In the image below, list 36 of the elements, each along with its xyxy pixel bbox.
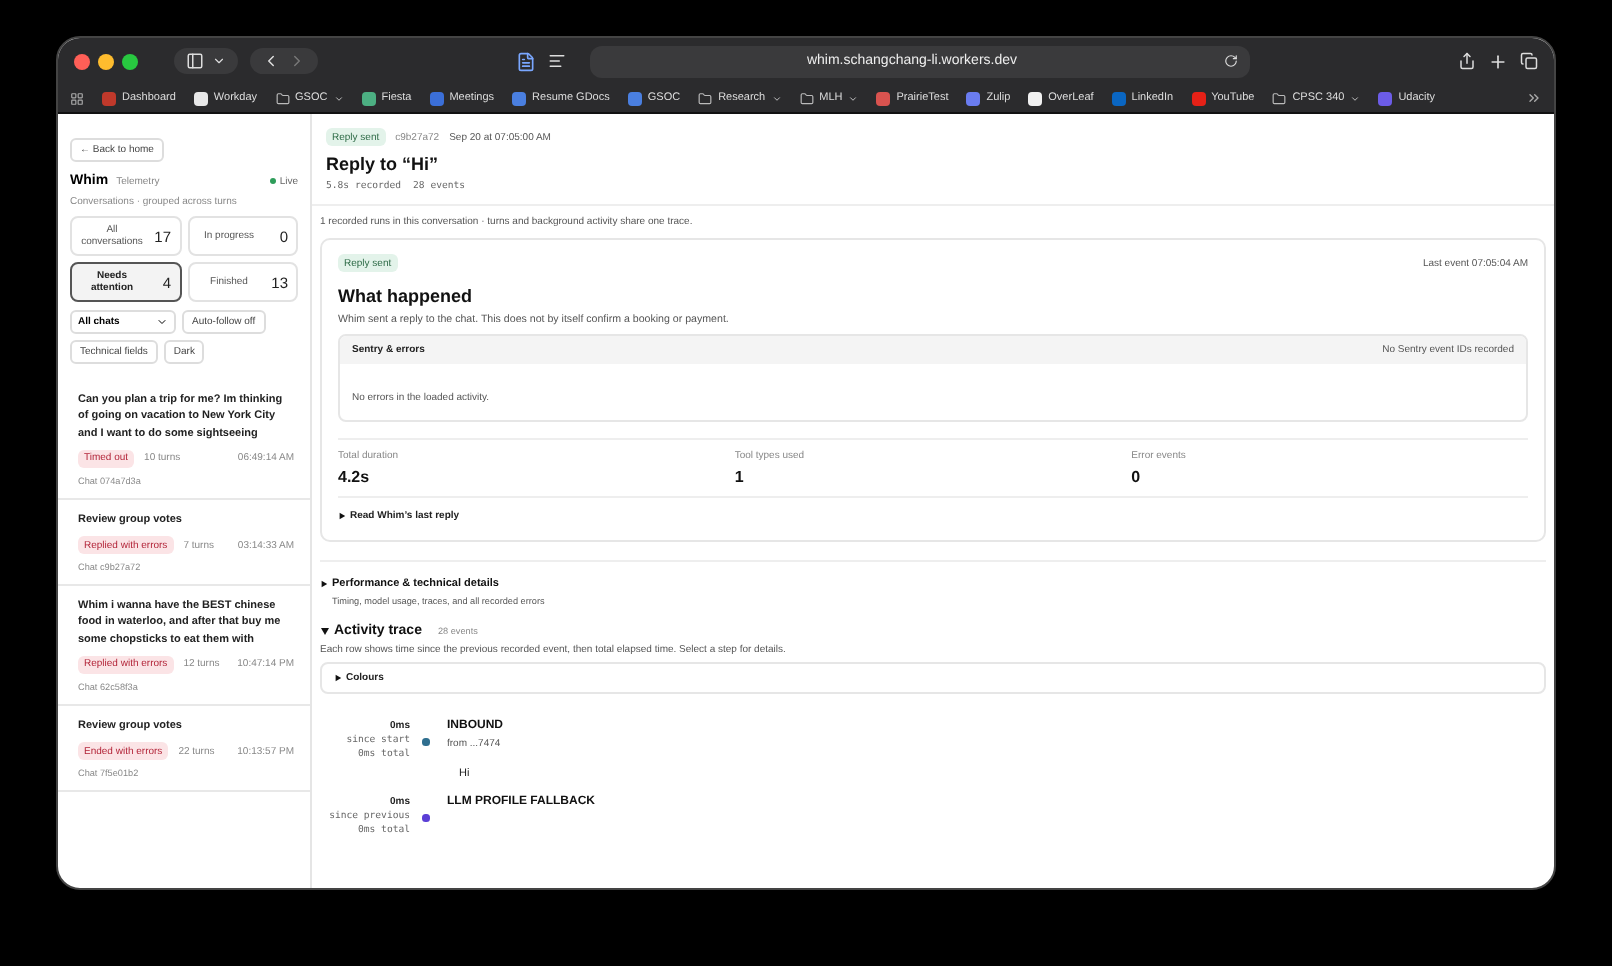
share-icon[interactable] — [1458, 52, 1476, 70]
folder-icon — [1272, 91, 1287, 105]
zoom-icon[interactable] — [122, 53, 138, 69]
grid-icon[interactable] — [70, 91, 84, 105]
new-tab-icon[interactable] — [1488, 51, 1508, 71]
sidebar-button[interactable] — [174, 48, 238, 74]
folder-icon — [275, 91, 290, 105]
close-icon[interactable] — [74, 53, 90, 69]
caret-icon — [320, 580, 328, 588]
page-icon[interactable] — [515, 51, 535, 71]
caret-icon — [338, 512, 346, 520]
chevron-down-icon — [156, 316, 168, 328]
navigation-buttons[interactable] — [250, 48, 318, 74]
trace-title: Reply to “Hi” — [326, 154, 441, 174]
metric-value: 4.2s — [338, 468, 372, 486]
metric-value: 0 — [1131, 468, 1143, 486]
caret-icon — [320, 626, 330, 636]
chevron-down-icon — [1350, 93, 1361, 103]
chevron-down-icon — [212, 54, 226, 68]
forward-icon — [288, 52, 306, 70]
chevron-down-icon — [333, 93, 344, 103]
tabs-overview-icon[interactable] — [1520, 52, 1538, 70]
sidebar-icon — [186, 52, 204, 70]
minimize-icon[interactable] — [98, 53, 114, 69]
back-icon — [262, 52, 280, 70]
summary-heading: What happened — [338, 286, 474, 306]
metric-value: 1 — [734, 468, 746, 486]
caret-icon — [334, 674, 342, 682]
reader-icon[interactable] — [547, 52, 565, 70]
more-bookmarks-icon[interactable] — [1526, 90, 1542, 106]
folder-icon — [698, 91, 713, 105]
chevron-down-icon — [848, 93, 859, 103]
reload-icon[interactable] — [1223, 54, 1237, 68]
folder-icon — [799, 91, 814, 105]
chevron-down-icon — [771, 93, 782, 103]
live-dot-icon — [269, 178, 276, 184]
